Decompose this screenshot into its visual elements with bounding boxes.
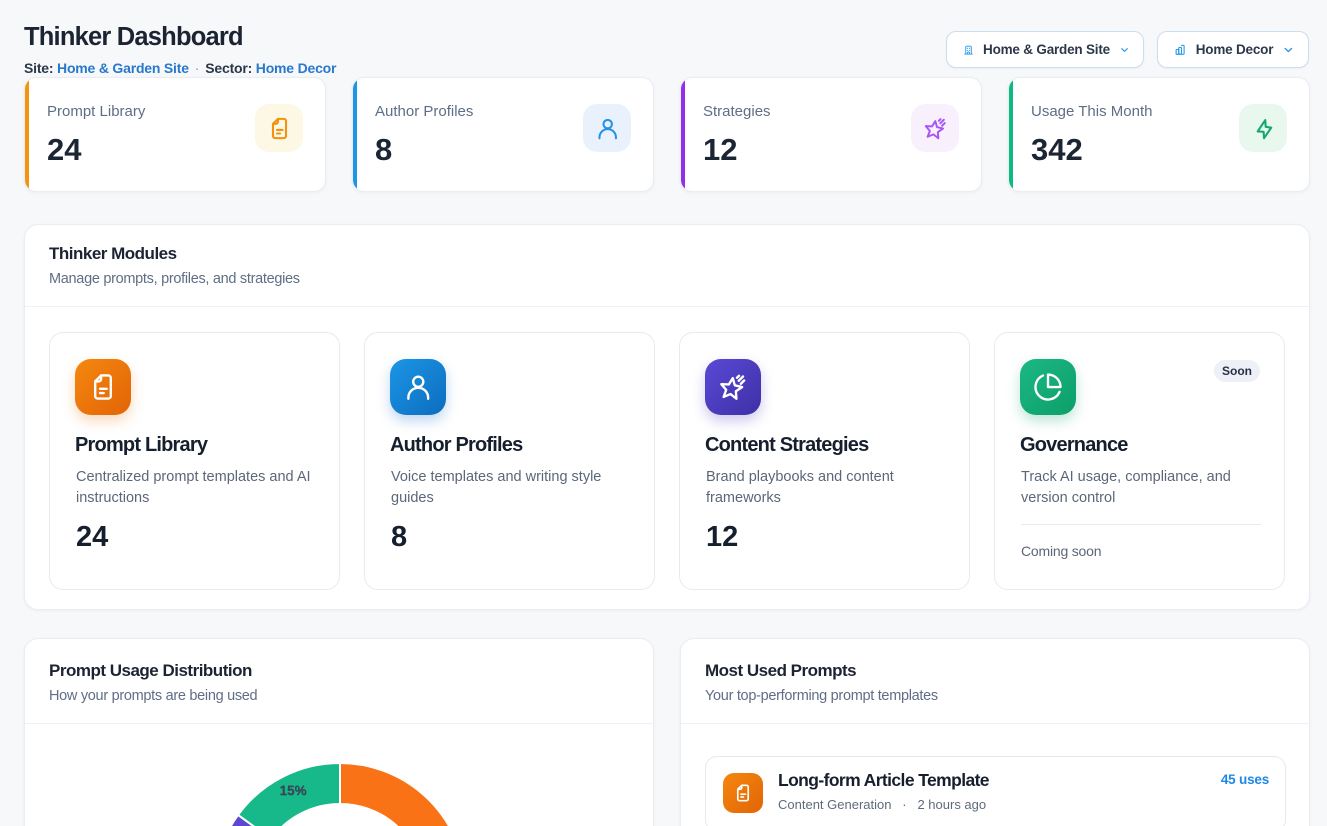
svg-text:15%: 15% (279, 783, 306, 798)
